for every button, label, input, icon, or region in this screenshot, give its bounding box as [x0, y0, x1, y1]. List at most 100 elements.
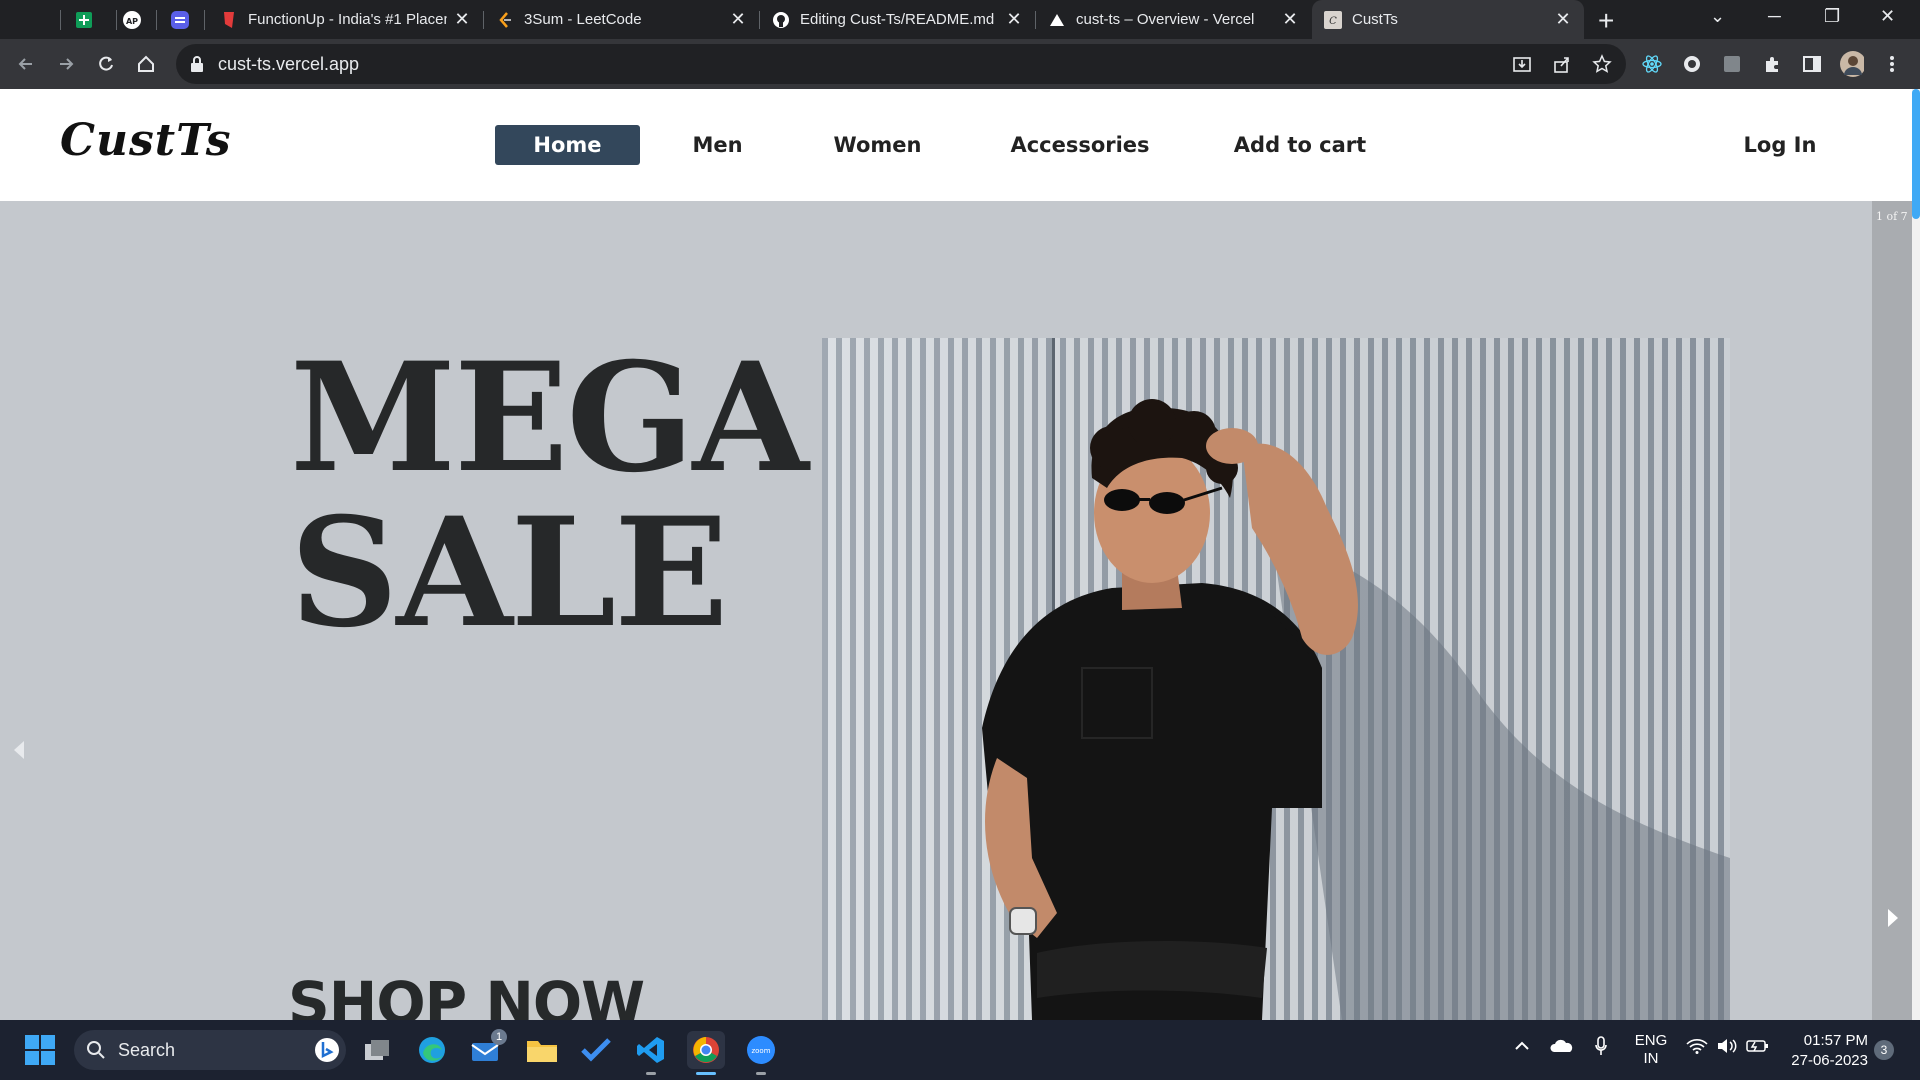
tab-search-chevron-icon[interactable]: ⌄ [1710, 6, 1725, 27]
close-tab-icon[interactable]: ✕ [1281, 9, 1299, 30]
wifi-icon[interactable] [1686, 1038, 1708, 1058]
carousel-next-panel[interactable] [1872, 201, 1912, 1020]
minimize-button[interactable]: ─ [1768, 6, 1781, 27]
browser-tab-strip: AP FunctionUp - India's #1 Placement ✕ 3… [0, 0, 1920, 39]
tab-title: FunctionUp - India's #1 Placement [248, 11, 447, 28]
extensions-puzzle-icon[interactable] [1760, 52, 1784, 76]
search-icon [87, 1041, 105, 1059]
ap-icon[interactable]: AP [120, 8, 144, 32]
taskbar-search-box[interactable]: Search [74, 1030, 346, 1070]
restore-button[interactable]: ❐ [1824, 6, 1840, 27]
url-text: cust-ts.vercel.app [218, 53, 360, 74]
todo-icon[interactable] [577, 1031, 615, 1069]
side-panel-icon[interactable] [1800, 52, 1824, 76]
functionup-icon [220, 11, 238, 29]
windows-taskbar: Search 1 zoom ENG IN 01:57 PM 27-06-2023… [0, 1020, 1920, 1080]
more-menu-icon[interactable] [1880, 52, 1904, 76]
back-arrow-icon[interactable] [14, 52, 38, 76]
clock-time: 01:57 PM [1803, 1032, 1868, 1049]
scrollbar-thumb[interactable] [1912, 89, 1920, 219]
forward-arrow-icon[interactable] [54, 52, 78, 76]
battery-icon[interactable] [1746, 1038, 1770, 1058]
chat-app-icon[interactable] [168, 8, 192, 32]
nav-accessories[interactable]: Accessories [1000, 125, 1160, 165]
login-link[interactable]: Log In [1730, 125, 1830, 165]
file-explorer-icon[interactable] [523, 1031, 561, 1069]
svg-text:C: C [1329, 16, 1337, 27]
react-devtools-icon[interactable] [1640, 52, 1664, 76]
tab-title: CustTs [1352, 11, 1398, 28]
show-hidden-icons-chevron-icon[interactable] [1514, 1038, 1530, 1055]
tab-separator [204, 10, 205, 30]
hero-headline: MEGA SALE [290, 330, 809, 661]
clock-date: 27-06-2023 [1791, 1052, 1868, 1069]
install-app-icon[interactable] [1510, 52, 1534, 76]
tab-functionup[interactable]: FunctionUp - India's #1 Placement ✕ [208, 0, 483, 39]
close-tab-icon[interactable]: ✕ [729, 9, 747, 30]
notification-badge[interactable]: 3 [1874, 1040, 1894, 1060]
svg-text:AP: AP [126, 17, 138, 26]
new-tab-button[interactable]: + [1598, 5, 1614, 37]
task-view-icon[interactable] [358, 1031, 396, 1069]
volume-icon[interactable] [1716, 1038, 1738, 1058]
microphone-icon[interactable] [1594, 1036, 1608, 1060]
tab-title: cust-ts – Overview - Vercel [1076, 11, 1255, 28]
bookmark-star-icon[interactable] [1590, 52, 1614, 76]
close-window-button[interactable]: ✕ [1880, 6, 1895, 27]
close-tab-icon[interactable]: ✕ [1554, 9, 1572, 30]
page-scrollbar[interactable] [1912, 89, 1920, 1020]
language-code: ENG [1634, 1032, 1668, 1049]
close-tab-icon[interactable]: ✕ [453, 9, 471, 30]
onedrive-icon[interactable] [1550, 1039, 1574, 1057]
tab-vercel[interactable]: cust-ts – Overview - Vercel ✕ [1036, 0, 1311, 39]
site-header: CustTs Home Men Women Accessories Add to… [0, 89, 1912, 201]
edge-icon[interactable] [413, 1031, 451, 1069]
lock-icon [191, 56, 203, 72]
language-indicator[interactable]: ENG IN [1634, 1032, 1668, 1068]
tab-separator [116, 10, 117, 30]
tab-separator [156, 10, 157, 30]
nav-men[interactable]: Men [670, 125, 765, 165]
google-sheets-icon[interactable] [72, 8, 96, 32]
zoom-icon[interactable]: zoom [742, 1031, 780, 1075]
clock[interactable]: 01:57 PM 27-06-2023 [1780, 1031, 1868, 1071]
github-icon [772, 11, 790, 29]
hero-carousel: MEGA SALE SHOP NOW [0, 201, 1872, 1020]
mail-icon[interactable]: 1 [467, 1029, 507, 1069]
shop-now-button[interactable]: SHOP NOW [288, 969, 645, 1020]
browser-toolbar: cust-ts.vercel.app [0, 39, 1920, 89]
carousel-prev-arrow-icon[interactable] [12, 739, 26, 761]
windows-start-icon[interactable] [21, 1031, 59, 1069]
home-icon[interactable] [134, 52, 158, 76]
tab-github[interactable]: Editing Cust-Ts/README.md ✕ [760, 0, 1035, 39]
site-logo[interactable]: CustTs [60, 115, 232, 166]
nav-add-to-cart[interactable]: Add to cart [1230, 125, 1370, 165]
chrome-icon[interactable] [687, 1031, 725, 1075]
hero-model-image [822, 338, 1730, 1020]
nav-women[interactable]: Women [820, 125, 935, 165]
vscode-icon[interactable] [632, 1031, 670, 1075]
tab-title: Editing Cust-Ts/README.md [800, 11, 995, 28]
close-tab-icon[interactable]: ✕ [1005, 9, 1023, 30]
tab-title: 3Sum - LeetCode [524, 11, 642, 28]
bing-icon [315, 1038, 339, 1062]
nav-home[interactable]: Home [495, 125, 640, 165]
share-icon[interactable] [1550, 52, 1574, 76]
tab-leetcode[interactable]: 3Sum - LeetCode ✕ [484, 0, 759, 39]
vercel-icon [1048, 11, 1066, 29]
tab-custts[interactable]: C CustTs ✕ [1312, 0, 1584, 39]
tab-separator [60, 10, 61, 30]
profile-avatar[interactable] [1840, 51, 1864, 77]
reload-icon[interactable] [94, 52, 118, 76]
hero-headline-line-1: MEGA [290, 330, 809, 506]
extension-square-icon[interactable] [1720, 52, 1744, 76]
mail-badge: 1 [491, 1029, 507, 1045]
custts-icon: C [1324, 10, 1342, 29]
carousel-next-arrow-icon[interactable] [1886, 907, 1900, 929]
address-bar[interactable]: cust-ts.vercel.app [176, 44, 1626, 84]
hero-headline-line-2: SALE [290, 485, 729, 661]
leetcode-icon [496, 11, 514, 29]
search-placeholder: Search [118, 1039, 176, 1060]
extension-circle-icon[interactable] [1680, 52, 1704, 76]
slide-counter: 1 of 7 [1876, 210, 1908, 223]
